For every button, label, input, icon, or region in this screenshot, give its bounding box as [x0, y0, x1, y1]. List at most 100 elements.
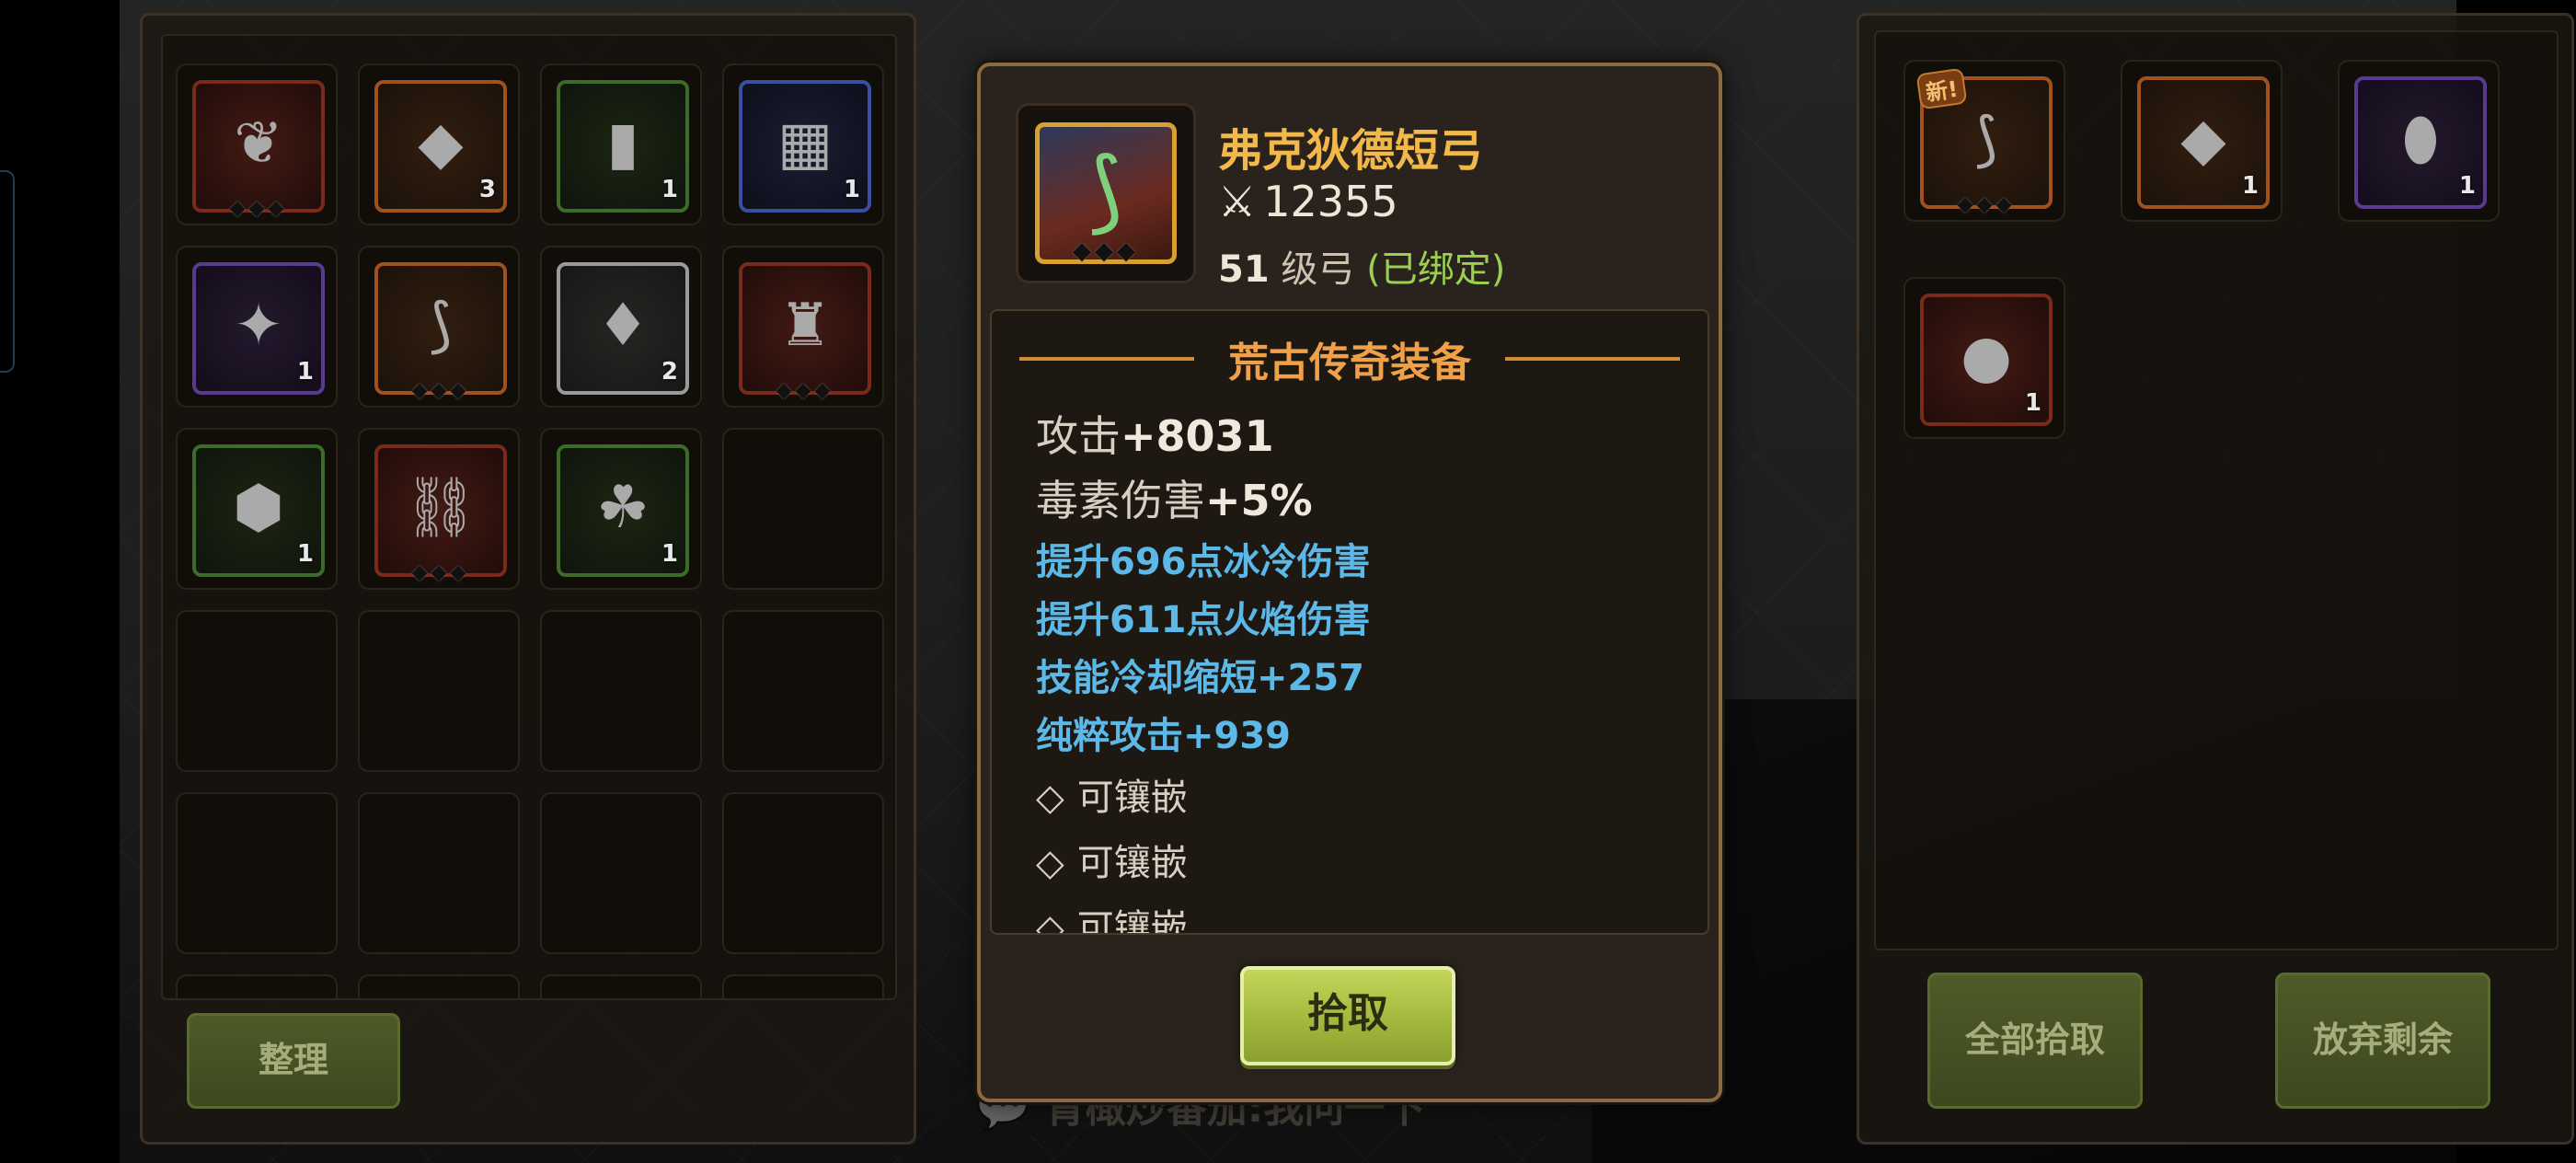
loot-panel: ⟆ ◆◆◆ 新! ◆ 1 ⬮ 1 ● 1 全部拾取 放弃剩余 [1857, 13, 2574, 1145]
empty-slot[interactable] [358, 610, 520, 772]
item-slot[interactable]: ⛓ ◆◆◆ [358, 428, 520, 590]
item-count: 3 [478, 176, 496, 203]
fire-orb-icon: ● [1961, 323, 2012, 392]
attr-poison-damage: 毒素伤害+5% [1036, 467, 1313, 528]
egg-icon: ⬮ [2401, 106, 2440, 175]
item-slot[interactable]: ● 1 [1903, 277, 2065, 439]
item-frame: ▮ 1 [557, 80, 689, 213]
socket-line: ◇ 可镶嵌 [1036, 767, 1188, 821]
blue-crystal-shard-icon: ✦ [234, 292, 283, 361]
item-count: 1 [661, 540, 678, 568]
new-badge: 新! [1915, 67, 1968, 110]
item-slot[interactable]: ❦ ◆◆◆ [176, 63, 338, 225]
attr-label: 攻击 [1036, 411, 1121, 461]
item-slot[interactable]: ⬮ 1 [2338, 60, 2500, 222]
attr-label: 毒素伤害 [1036, 476, 1205, 525]
item-frame: ⛓ ◆◆◆ [374, 444, 507, 584]
empty-slot[interactable] [722, 792, 884, 954]
gem-sockets-icon: ◆◆◆ [1073, 237, 1139, 265]
herb-icon: ☘ [596, 474, 650, 543]
item-slot[interactable]: ♜ ◆◆◆ [722, 246, 884, 408]
item-frame: ⟆ ◆◆◆ [374, 262, 507, 402]
bonus-line: 纯粹攻击+939 [1036, 715, 1292, 757]
item-slot[interactable]: ▦ 1 [722, 63, 884, 225]
red-robe-icon: ♜ [778, 292, 832, 361]
item-slot[interactable]: ☘ 1 [540, 428, 702, 590]
empty-slot[interactable] [358, 974, 520, 998]
item-slot[interactable]: ◆ 3 [358, 63, 520, 225]
empty-slot[interactable] [176, 792, 338, 954]
section-header: 荒古传奇装备 [992, 329, 1708, 386]
item-frame: ▦ 1 [739, 80, 871, 213]
item-frame: ◆ 1 [2137, 76, 2270, 209]
power-value: 12355 [1263, 177, 1398, 226]
item-slot[interactable]: ⟆ ◆◆◆ 新! [1903, 60, 2065, 222]
empty-slot[interactable] [722, 428, 884, 590]
item-slot[interactable]: ✦ 1 [176, 246, 338, 408]
bound-status: (已绑定) [1366, 248, 1506, 291]
crossed-swords-icon: ⚔ [1218, 177, 1257, 226]
empty-socket-icon: ◇ [1036, 907, 1064, 935]
item-count: 1 [2458, 172, 2476, 200]
item-count: 1 [661, 176, 678, 203]
item-count: 1 [296, 540, 314, 568]
green-stone-icon: ⬢ [233, 474, 284, 543]
item-details[interactable]: 荒古传奇装备 攻击+8031 毒素伤害+5% 提升696点冰冷伤害 提升611点… [990, 309, 1709, 935]
empty-socket-icon: ◇ [1036, 842, 1064, 884]
empty-slot[interactable] [540, 974, 702, 998]
bonus-line: 提升696点冰冷伤害 [1036, 541, 1371, 583]
empty-slot[interactable] [722, 610, 884, 772]
bow-icon: ⟆ [1088, 139, 1123, 243]
empty-slot[interactable] [358, 792, 520, 954]
divider-right [1505, 357, 1680, 361]
empty-slot[interactable] [722, 974, 884, 998]
chain-ring-icon: ⛓ [403, 474, 478, 543]
pink-gem-icon: ♦ [596, 292, 650, 361]
item-icon-slot: ⟆ ◆◆◆ [1016, 103, 1196, 283]
gem-sockets-icon: ◆◆◆ [776, 379, 834, 402]
sort-button[interactable]: 整理 [187, 1013, 400, 1109]
discard-rest-button[interactable]: 放弃剩余 [2275, 973, 2490, 1109]
item-frame: ⟆ ◆◆◆ 新! [1915, 67, 2053, 216]
pickup-all-button[interactable]: 全部拾取 [1927, 973, 2143, 1109]
item-level: 51 级弓 (已绑定) [1218, 239, 1505, 293]
item-slot[interactable]: ▮ 1 [540, 63, 702, 225]
bonus-line: 技能冷却缩短+257 [1036, 657, 1365, 699]
socket-line: ◇ 可镶嵌 [1036, 898, 1188, 935]
item-slot[interactable]: ⬢ 1 [176, 428, 338, 590]
item-slot[interactable]: ♦ 2 [540, 246, 702, 408]
item-count: 1 [296, 358, 314, 386]
combat-power: ⚔ 12355 [1218, 177, 1398, 226]
bow-icon: ⟆ [429, 292, 453, 361]
blue-banner-icon: ▦ [776, 109, 834, 178]
item-frame: ⟆ ◆◆◆ [1035, 122, 1177, 265]
pickup-button[interactable]: 拾取 [1240, 966, 1455, 1065]
empty-slot[interactable] [540, 792, 702, 954]
crystal-icon: ◆ [418, 109, 464, 178]
inventory-grid: ❦ ◆◆◆ ◆ 3 ▮ 1 ▦ 1 ✦ 1 ⟆ ◆◆◆ ♦ 2 ♜ ◆◆◆ ⬢ 1 ⛓ ◆◆◆ ☘ 1 [161, 34, 897, 1000]
empty-slot[interactable] [176, 610, 338, 772]
level-type: 级弓 [1281, 248, 1355, 291]
item-frame: ⬢ 1 [192, 444, 325, 577]
attr-value: +5% [1205, 476, 1313, 525]
gem-sockets-icon: ◆◆◆ [411, 379, 470, 402]
socket-text: 可镶嵌 [1076, 842, 1188, 884]
item-slot[interactable]: ◆ 1 [2121, 60, 2283, 222]
socket-text: 可镶嵌 [1076, 777, 1188, 819]
item-slot[interactable]: ⟆ ◆◆◆ [358, 246, 520, 408]
item-count: 1 [2241, 172, 2259, 200]
item-frame: ● 1 [1920, 294, 2053, 426]
empty-slot[interactable] [176, 974, 338, 998]
item-frame: ♜ ◆◆◆ [739, 262, 871, 402]
item-frame: ✦ 1 [192, 262, 325, 395]
socket-text: 可镶嵌 [1076, 907, 1188, 935]
inventory-panel: ❦ ◆◆◆ ◆ 3 ▮ 1 ▦ 1 ✦ 1 ⟆ ◆◆◆ ♦ 2 ♜ ◆◆◆ ⬢ 1 ⛓ ◆◆◆ ☘ 1 整理 [140, 13, 916, 1145]
loot-grid: ⟆ ◆◆◆ 新! ◆ 1 ⬮ 1 ● 1 [1874, 30, 2559, 950]
attr-value: +8031 [1121, 411, 1274, 461]
crystal-icon: ◆ [2180, 106, 2226, 175]
item-frame: ◆ 3 [374, 80, 507, 213]
item-frame: ❦ ◆◆◆ [192, 80, 325, 220]
empty-slot[interactable] [540, 610, 702, 772]
item-frame: ♦ 2 [557, 262, 689, 395]
item-count: 1 [2024, 389, 2041, 417]
